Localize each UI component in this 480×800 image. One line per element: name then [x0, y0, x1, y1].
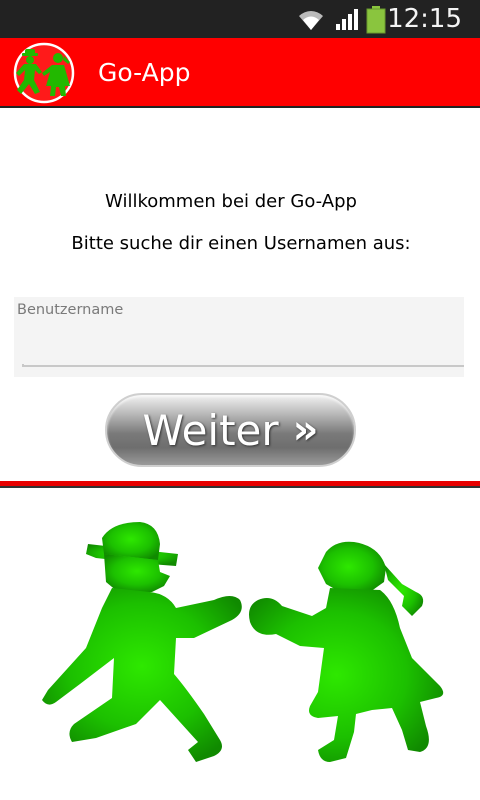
prompt-text: Bitte suche dir einen Usernamen aus: — [71, 233, 411, 254]
action-bar: Go-App — [0, 38, 480, 108]
ampelmann-icon — [42, 522, 242, 762]
next-button[interactable]: Weiter » — [105, 393, 356, 467]
status-time: 12:15 — [387, 4, 462, 34]
wifi-icon — [299, 11, 323, 30]
ampelmann-logo-icon[interactable] — [8, 42, 80, 104]
input-underline — [22, 364, 464, 367]
username-field-container: Benutzername — [14, 297, 464, 377]
signal-icon — [336, 9, 358, 30]
ampelfrau-icon — [249, 541, 444, 762]
username-label: Benutzername — [17, 302, 124, 318]
app-title: Go-App — [98, 58, 191, 87]
double-chevron-right-icon: » — [292, 407, 319, 453]
ampelmann-illustration — [42, 522, 444, 762]
next-button-label: Weiter — [142, 405, 279, 455]
status-bar: 12:15 — [0, 0, 480, 38]
welcome-text: Willkommen bei der Go-App — [105, 191, 357, 212]
username-input[interactable] — [22, 327, 462, 365]
battery-icon — [366, 6, 386, 34]
